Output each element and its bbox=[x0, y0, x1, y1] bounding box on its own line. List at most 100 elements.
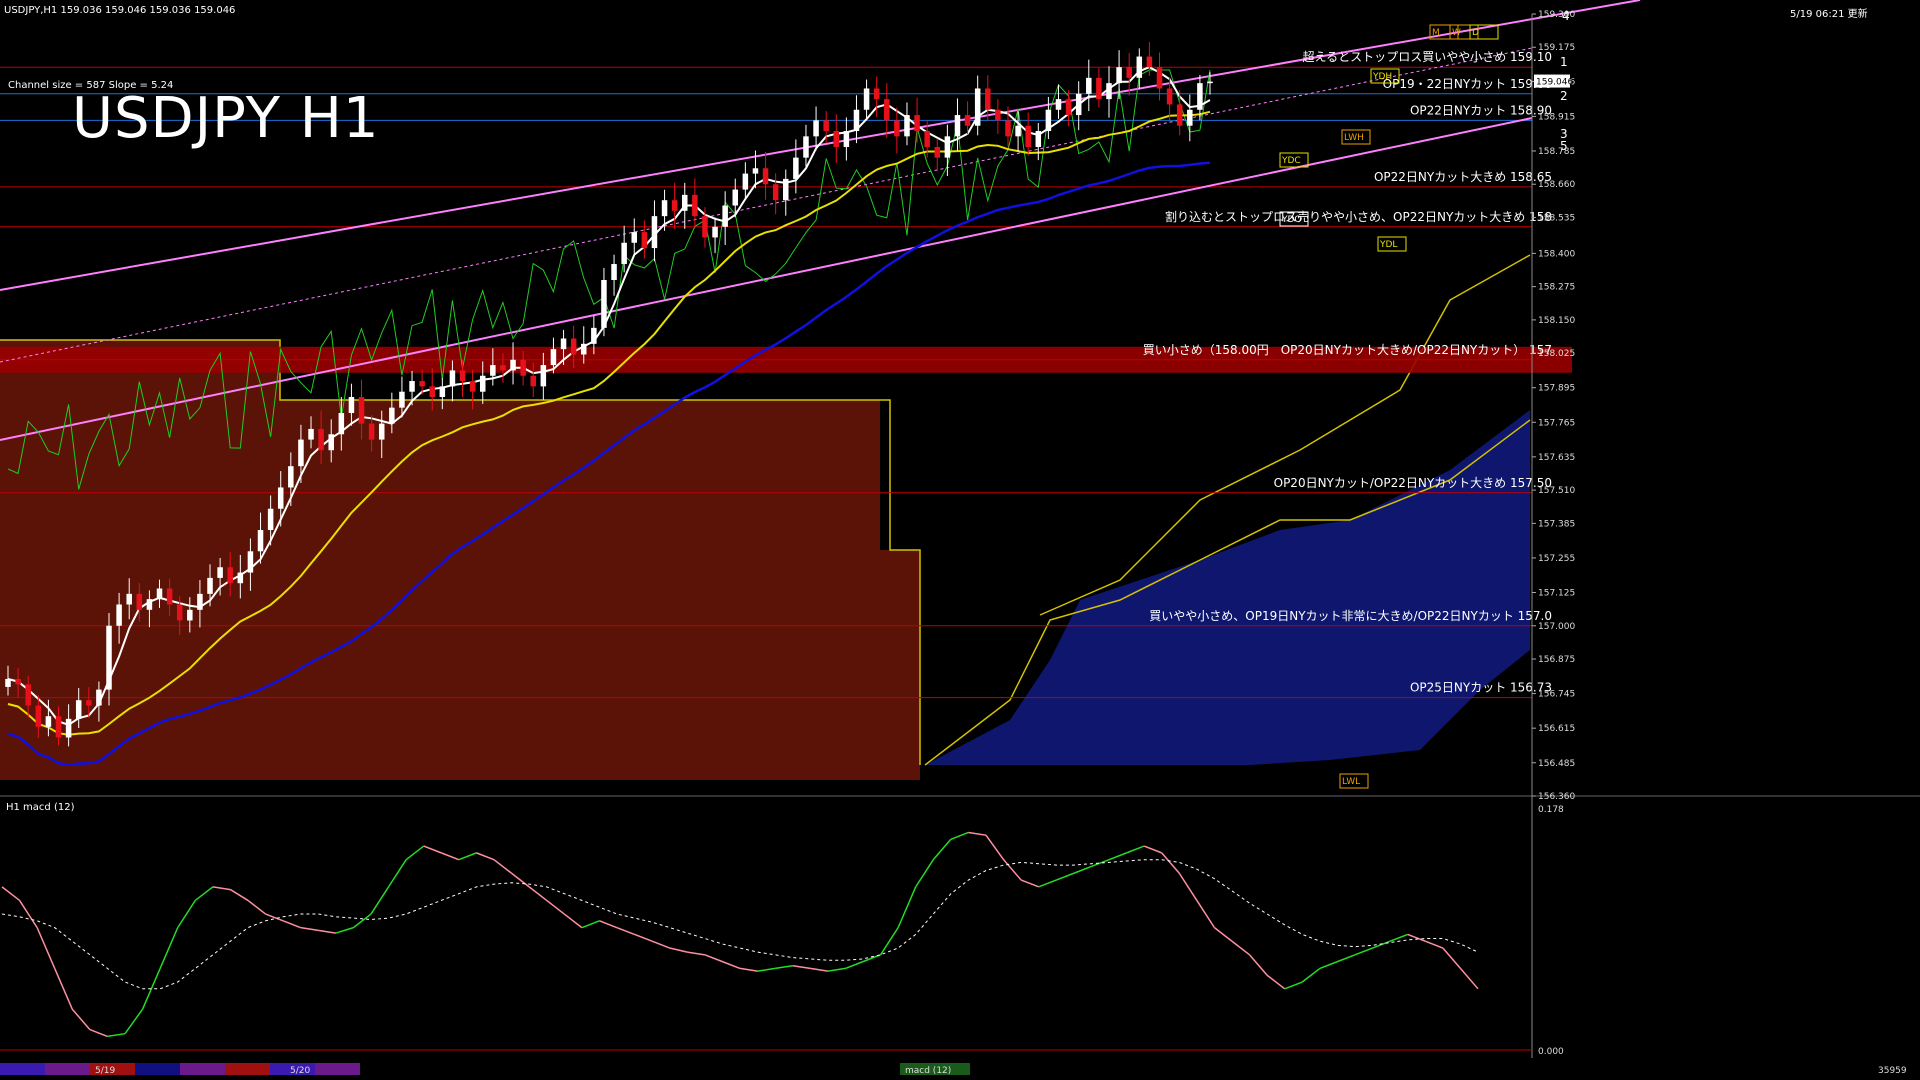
candle-body bbox=[863, 88, 870, 110]
candle-body bbox=[318, 428, 324, 451]
candle-body bbox=[591, 327, 597, 344]
candle-body bbox=[96, 689, 102, 706]
candle-body bbox=[924, 131, 930, 147]
candle-body bbox=[378, 423, 385, 440]
candle-body bbox=[116, 604, 122, 626]
candle-body bbox=[25, 684, 31, 706]
tag-label: YDH bbox=[1372, 72, 1392, 82]
candle-body bbox=[1126, 67, 1132, 78]
candle-body bbox=[803, 136, 809, 158]
candle-body bbox=[520, 359, 526, 376]
candle-body bbox=[1197, 83, 1203, 110]
candle-body bbox=[45, 716, 52, 727]
ytick-label: 157.385 bbox=[1538, 519, 1575, 529]
candle-body bbox=[348, 397, 355, 413]
ytick-label: 157.510 bbox=[1538, 486, 1575, 496]
candle-body bbox=[540, 365, 547, 387]
candle-body bbox=[106, 625, 112, 690]
ytick-label: 156.485 bbox=[1538, 759, 1575, 769]
candle-body bbox=[328, 434, 334, 451]
pivot-label: 2 bbox=[1560, 89, 1568, 103]
footer-seg bbox=[0, 1063, 45, 1075]
candle-body bbox=[55, 716, 62, 738]
ytick-label: 159.300 bbox=[1538, 10, 1575, 20]
footer-seg bbox=[135, 1063, 180, 1075]
macd-tab: macd (12) bbox=[905, 1066, 951, 1076]
level-label: 超えるとストップロス買いやや小さめ 159.10 bbox=[1303, 49, 1552, 64]
footer-seg bbox=[225, 1063, 270, 1075]
update-time: 5/19 06:21 更新 bbox=[1790, 9, 1868, 20]
ytick-label: 157.125 bbox=[1538, 589, 1575, 599]
candle-body bbox=[813, 120, 819, 137]
candle-body bbox=[419, 381, 425, 387]
candle-body bbox=[914, 115, 920, 132]
ytick-label: 157.635 bbox=[1538, 453, 1575, 463]
candle-body bbox=[682, 194, 688, 211]
candle-body bbox=[1045, 109, 1052, 132]
candle-body bbox=[207, 577, 213, 594]
candle-body bbox=[823, 120, 829, 132]
candle-body bbox=[217, 567, 223, 578]
candle-body bbox=[86, 700, 92, 706]
ytick-label: 156.875 bbox=[1538, 655, 1575, 665]
ytick-label: 158.915 bbox=[1538, 112, 1575, 122]
candle-body bbox=[873, 88, 880, 100]
tag-label: W bbox=[1452, 28, 1461, 38]
ytick-label: 158.400 bbox=[1538, 249, 1575, 259]
candle-body bbox=[661, 200, 668, 217]
candle-body bbox=[409, 381, 415, 392]
candle-body bbox=[257, 530, 264, 552]
candle-body bbox=[237, 572, 244, 584]
candle-body bbox=[985, 88, 991, 110]
candle-body bbox=[156, 588, 163, 600]
candle-body bbox=[1035, 131, 1042, 147]
current-price-label: 159.046 bbox=[1536, 78, 1573, 88]
tag-label: YDL bbox=[1379, 240, 1397, 250]
ytick-label: 158.785 bbox=[1538, 147, 1575, 157]
candle-body bbox=[692, 194, 698, 217]
candle-body bbox=[368, 423, 375, 440]
ytick-label: 157.765 bbox=[1538, 418, 1575, 428]
level-label: OP20日NYカット/OP22日NYカット大きめ 157.50 bbox=[1274, 476, 1552, 490]
candle-body bbox=[1166, 88, 1173, 105]
macd-tick: 0.178 bbox=[1538, 805, 1564, 815]
candle-body bbox=[742, 173, 749, 190]
candle-body bbox=[1146, 56, 1153, 68]
level-label: OP22日NYカット大きめ 158.65 bbox=[1374, 170, 1552, 184]
candle-body bbox=[631, 232, 638, 243]
ytick-label: 156.745 bbox=[1538, 690, 1575, 700]
candle-body bbox=[358, 397, 365, 424]
tag-label: LWL bbox=[1342, 777, 1360, 787]
tag-label: D bbox=[1472, 28, 1479, 38]
candle-body bbox=[288, 466, 294, 488]
candle-body bbox=[459, 370, 466, 382]
candle-body bbox=[954, 115, 961, 137]
ytick-label: 157.895 bbox=[1538, 384, 1575, 394]
candle-body bbox=[126, 593, 132, 605]
candle-body bbox=[884, 99, 890, 121]
candle-body bbox=[500, 365, 506, 371]
ytick-label: 158.150 bbox=[1538, 316, 1575, 326]
candle-body bbox=[530, 375, 536, 387]
pivot-label: 1 bbox=[1560, 55, 1568, 69]
candle-body bbox=[439, 386, 446, 398]
candle-body bbox=[1086, 77, 1092, 94]
candle-body bbox=[136, 593, 143, 610]
candle-body bbox=[762, 168, 769, 185]
candle-body bbox=[1176, 104, 1183, 126]
cloud-red bbox=[0, 340, 920, 780]
level-label: 割り込むとストップロス売りやや小さめ、OP22日NYカット大きめ 158 bbox=[1165, 209, 1552, 224]
candle-body bbox=[469, 381, 476, 392]
chart-canvas: 超えるとストップロス買いやや小さめ 159.10 OP19・22日NYカット 15… bbox=[0, 0, 1920, 1080]
symbol-info: USDJPY,H1 159.036 159.046 159.036 159.04… bbox=[4, 5, 236, 16]
candle-body bbox=[601, 279, 607, 328]
candle-body bbox=[479, 375, 486, 392]
footer-date: 5/19 bbox=[95, 1066, 115, 1076]
candle-body bbox=[197, 593, 203, 610]
candle-body bbox=[934, 146, 941, 158]
candle-body bbox=[227, 567, 233, 584]
candle-body bbox=[338, 412, 345, 435]
candle-body bbox=[722, 205, 728, 227]
footer-seg bbox=[315, 1063, 360, 1075]
level-label: OP19・22日NYカット 159.00 bbox=[1383, 77, 1552, 91]
